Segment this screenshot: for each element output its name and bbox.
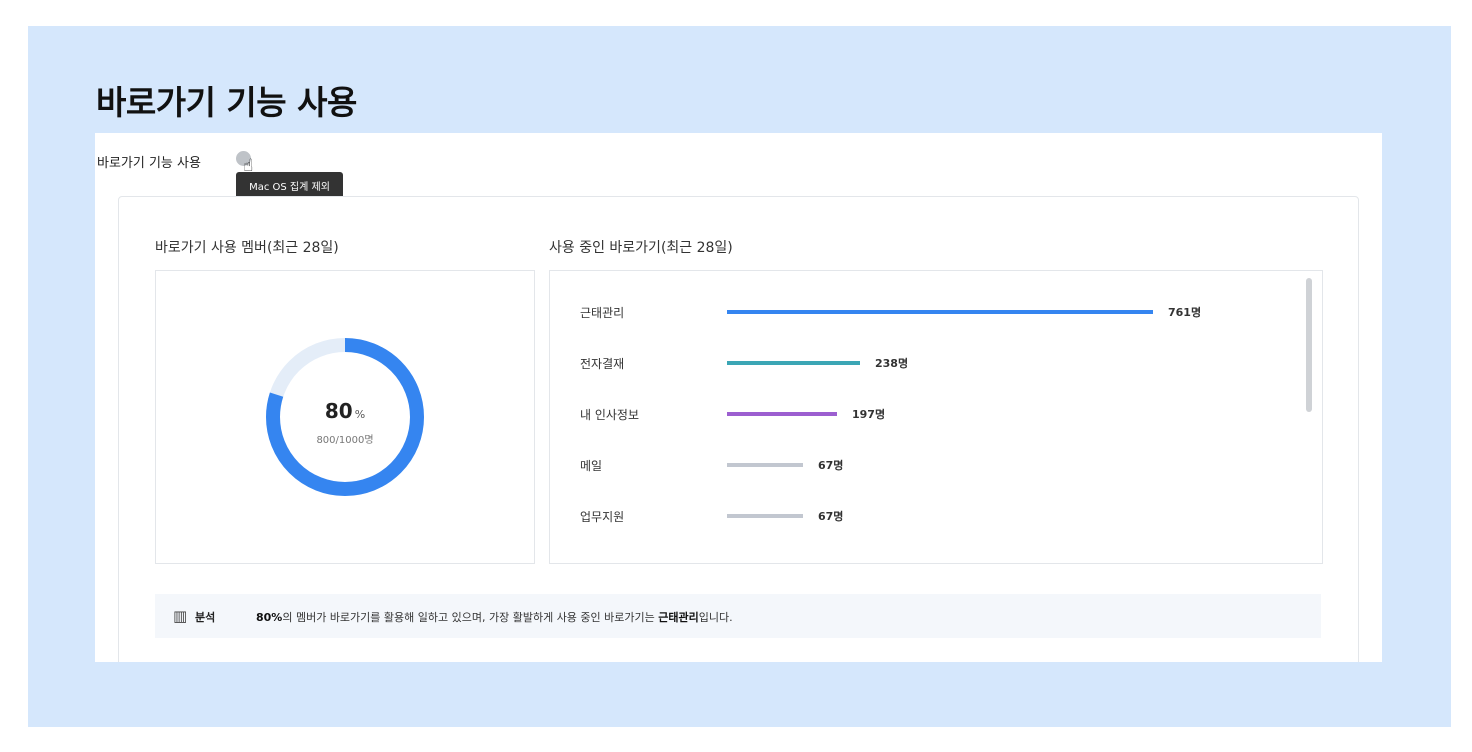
shortcut-bar [727,463,803,467]
shortcut-label: 메일 [580,459,603,473]
stats-panel: 바로가기 사용 멤버(최근 28일) 사용 중인 바로가기(최근 28일) 80… [118,196,1359,662]
usage-percent-number: 80 [324,399,353,423]
shortcut-row: 전자결재 238명 [550,353,1290,373]
shortcut-value: 761명 [1168,306,1202,319]
shortcut-row: 내 인사정보 197명 [550,404,1290,424]
shortcut-value: 67명 [818,510,844,523]
shortcut-bar [727,514,803,518]
shortcut-usage-card: 바로가기 기능 사용 ☝ Mac OS 집계 제외 바로가기 사용 멤버(최근 … [95,133,1382,662]
page-title: 바로가기 기능 사용 [96,83,357,122]
shortcut-value: 197명 [852,408,886,421]
shortcut-row: 메일 67명 [550,455,1290,475]
analysis-label: 분석 [195,611,216,624]
donut-chart-box: 80% 800/1000명 [155,270,535,564]
analysis-percent: 80% [256,611,283,624]
shortcut-label: 근태관리 [580,306,625,320]
analysis-text: 80%의 멤버가 바로가기를 활용해 일하고 있으며, 가장 활발하게 사용 중… [256,609,733,625]
bar-chart-icon: ▥ [173,607,188,625]
analysis-box: ▥ 분석 80%의 멤버가 바로가기를 활용해 일하고 있으며, 가장 활발하게… [155,594,1321,638]
shortcut-label: 업무지원 [580,510,625,524]
analysis-text-1: 의 멤버가 바로가기를 활용해 일하고 있으며, 가장 활발하게 사용 중인 바… [282,611,659,624]
analysis-top-shortcut: 근태관리 [658,611,699,624]
shortcut-row: 업무지원 67명 [550,506,1290,526]
card-title: 바로가기 기능 사용 [97,156,201,171]
usage-percent-unit: % [354,408,366,421]
shortcuts-section-title: 사용 중인 바로가기(최근 28일) [549,240,733,256]
scrollbar[interactable] [1306,278,1312,412]
shortcut-value: 238명 [875,357,909,370]
usage-percent: 80% [156,399,534,423]
usage-ratio: 800/1000명 [316,435,374,446]
shortcut-bar-list: 근태관리 761명 전자결재 238명 내 인사정보 197명 메일 67명 업무지원 67명 [549,270,1323,564]
analysis-text-2: 입니다. [698,611,733,624]
members-section-title: 바로가기 사용 멤버(최근 28일) [155,240,339,256]
shortcut-bar [727,361,860,365]
shortcut-label: 전자결재 [580,357,625,371]
shortcut-row: 근태관리 761명 [550,302,1290,322]
shortcut-value: 67명 [818,459,844,472]
shortcut-bar [727,412,837,416]
shortcut-label: 내 인사정보 [580,408,640,422]
shortcut-bar [727,310,1153,314]
